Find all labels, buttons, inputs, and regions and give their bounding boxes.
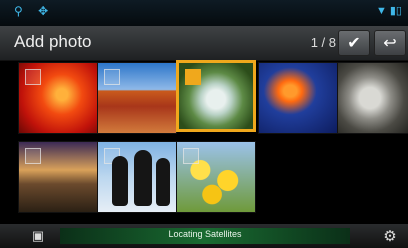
settings-button[interactable]: ⚙: [374, 226, 406, 246]
photo-jellyfish[interactable]: [258, 62, 338, 134]
title-bar: Add photo 1 / 8 ✔ ↩: [0, 26, 408, 61]
checkmark-icon: ✔: [347, 35, 361, 52]
confirm-button[interactable]: ✔: [338, 30, 370, 56]
selection-checkbox[interactable]: [104, 69, 120, 85]
photo-desert-rock[interactable]: [97, 62, 177, 134]
photo-tulips[interactable]: [176, 141, 256, 213]
back-button[interactable]: ↩: [374, 30, 406, 56]
wifi-signal-icon: ▼ ▮▯: [375, 5, 402, 17]
page-title: Add photo: [14, 32, 92, 51]
photo-hydrangea[interactable]: [176, 60, 256, 132]
photo-koala[interactable]: [337, 62, 408, 134]
usb-icon: ⚲ ✥: [14, 4, 55, 18]
selection-checkbox[interactable]: [25, 148, 41, 164]
photo-red-flower[interactable]: [18, 62, 98, 134]
selection-checkbox[interactable]: [185, 69, 201, 85]
photo-counter: 1 / 8: [310, 35, 336, 50]
photo-penguins[interactable]: [97, 141, 177, 213]
photo-lighthouse[interactable]: [18, 141, 98, 213]
selection-checkbox[interactable]: [183, 148, 199, 164]
return-arrow-icon: ↩: [383, 35, 397, 52]
photo-source-icon: ▣: [31, 228, 45, 243]
gps-status-text: Locating Satellites: [168, 229, 242, 239]
status-bar: ⚲ ✥ ▼ ▮▯: [0, 0, 408, 26]
settings-gear-icon: ⚙: [383, 228, 397, 245]
selection-checkbox[interactable]: [25, 69, 41, 85]
photo-source-button[interactable]: ▣: [22, 226, 54, 246]
gps-status-bar: Locating Satellites: [60, 228, 350, 244]
